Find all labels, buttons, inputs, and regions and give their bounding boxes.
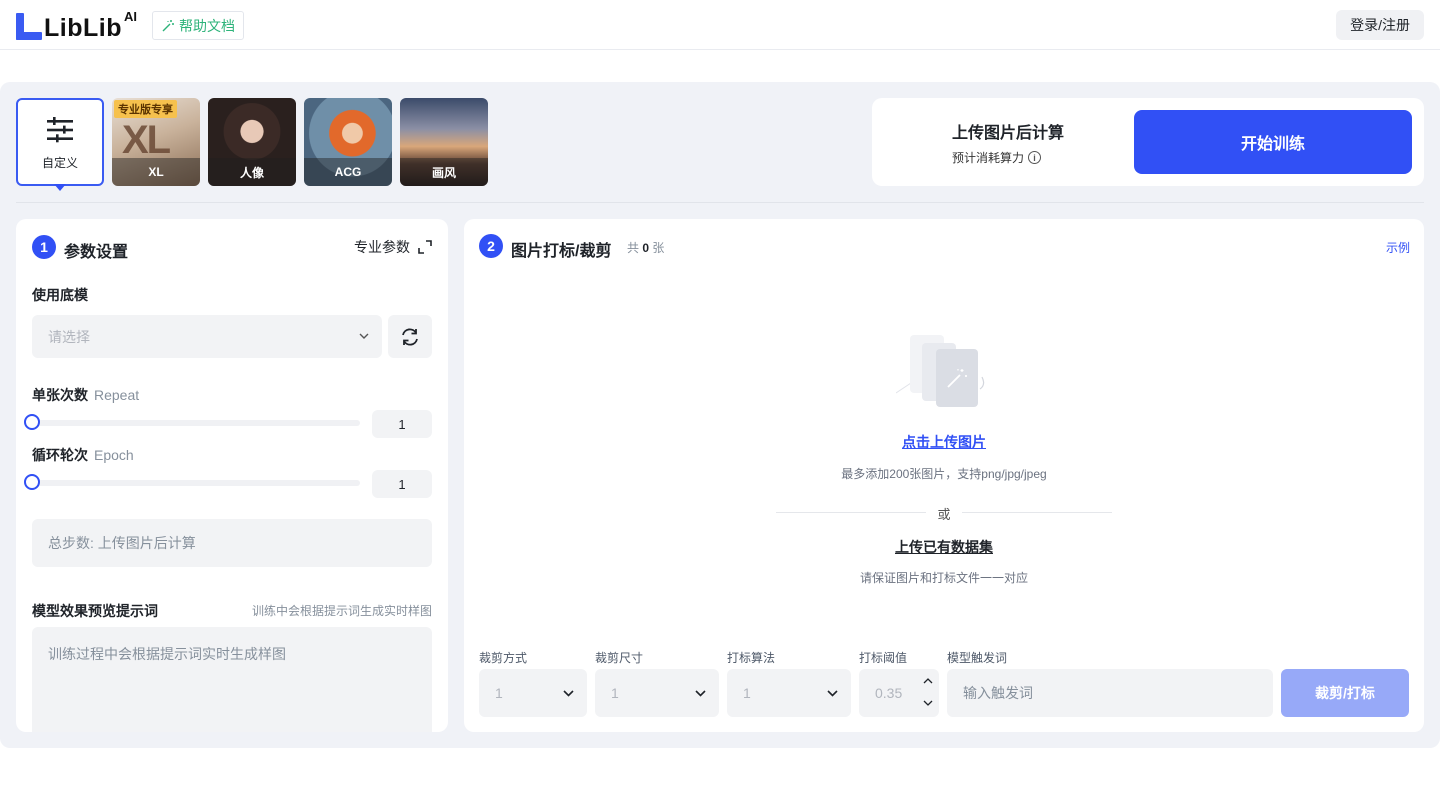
epoch-label-en: Epoch xyxy=(94,447,134,463)
crop-mode-label: 裁剪方式 xyxy=(479,651,528,665)
upload-images-icon xyxy=(896,335,985,407)
preset-xl[interactable]: XL 专业版专享 XL xyxy=(112,98,200,186)
logo-ai: AI xyxy=(123,9,137,24)
or-text: 或 xyxy=(937,507,951,522)
preset-art-style-label: 画风 xyxy=(400,158,488,186)
upload-dataset-link[interactable]: 上传已有数据集 xyxy=(464,537,1424,557)
preset-portrait-label: 人像 xyxy=(208,158,296,186)
crop-size-value: 1 xyxy=(611,685,619,701)
epoch-slider-thumb[interactable] xyxy=(24,474,40,490)
preview-prompt-hint: 训练中会根据提示词生成实时样图 xyxy=(251,604,432,618)
upload-images-hint: 最多添加200张图片，支持png/jpg/jpeg xyxy=(841,467,1047,481)
image-count: 共 0 张 xyxy=(627,239,664,256)
chevron-down-icon xyxy=(827,690,838,697)
crop-mode-select[interactable]: 1 xyxy=(479,669,587,717)
tag-algorithm-select[interactable]: 1 xyxy=(727,669,851,717)
help-docs-label: 帮助文档 xyxy=(179,17,235,34)
crop-mode-value: 1 xyxy=(495,685,503,701)
refresh-icon xyxy=(402,328,418,345)
images-panel: 2 图片打标/裁剪 共 0 张 示例 点击上传图片 最多添加200张图片，支持p… xyxy=(464,219,1424,732)
magic-wand-icon xyxy=(162,19,174,31)
preset-acg-label: ACG xyxy=(304,158,392,186)
preview-prompt-textarea[interactable]: 训练过程中会根据提示词实时生成样图 xyxy=(32,627,432,732)
crop-tag-button[interactable]: 裁剪/打标 xyxy=(1281,669,1409,717)
preset-list: 自定义 XL 专业版专享 XL 人像 ACG 画风 xyxy=(16,98,488,186)
tag-algorithm-label: 打标算法 xyxy=(727,651,776,665)
params-panel: 1 参数设置 专业参数 使用底模 请选择 单张次数 Repeat 1 循环轮次 Ep… xyxy=(16,219,448,732)
pro-params-toggle[interactable]: 专业参数 xyxy=(354,237,432,257)
images-title: 图片打标/裁剪 xyxy=(511,243,612,260)
logo-mark-icon xyxy=(16,13,42,40)
start-training-button[interactable]: 开始训练 xyxy=(1134,110,1412,174)
tag-threshold-input[interactable]: 0.35 xyxy=(859,669,939,717)
top-bar: LibLib AI 帮助文档 登录/注册 xyxy=(0,0,1440,50)
cost-subtitle: 预计消耗算力 i xyxy=(952,149,1042,166)
info-icon[interactable]: i xyxy=(1028,151,1042,164)
cost-title: 上传图片后计算 xyxy=(952,125,1065,142)
epoch-label-text: 循环轮次 xyxy=(32,447,88,463)
preset-custom[interactable]: 自定义 xyxy=(16,98,104,186)
base-model-label: 使用底模 xyxy=(32,287,88,303)
stepper-arrows-icon[interactable] xyxy=(921,671,935,715)
upload-images-link[interactable]: 点击上传图片 xyxy=(464,432,1424,452)
crop-size-label: 裁剪尺寸 xyxy=(595,651,644,665)
preset-xl-label: XL xyxy=(112,158,200,186)
tag-algorithm-value: 1 xyxy=(743,685,751,701)
repeat-label-text: 单张次数 xyxy=(32,387,88,403)
tag-threshold-label: 打标阈值 xyxy=(859,651,908,665)
or-separator: 或 xyxy=(776,504,1112,522)
section-divider xyxy=(16,202,1424,203)
total-steps-display: 总步数: 上传图片后计算 xyxy=(32,519,432,567)
trigger-word-label: 模型触发词 xyxy=(947,651,1008,665)
chevron-down-icon xyxy=(695,690,706,697)
help-docs-button[interactable]: 帮助文档 xyxy=(152,11,244,40)
epoch-input[interactable]: 1 xyxy=(372,470,432,498)
repeat-input[interactable]: 1 xyxy=(372,410,432,438)
repeat-label: 单张次数 Repeat xyxy=(32,385,139,405)
pro-params-label: 专业参数 xyxy=(354,239,410,255)
cost-card: 上传图片后计算 预计消耗算力 i 开始训练 xyxy=(872,98,1424,186)
repeat-slider[interactable] xyxy=(32,420,360,426)
base-model-select[interactable]: 请选择 xyxy=(32,315,382,358)
count-value: 0 xyxy=(642,241,650,255)
expand-icon xyxy=(418,240,432,254)
tag-threshold-value: 0.35 xyxy=(875,685,903,701)
sliders-icon xyxy=(47,117,73,143)
liblib-logo[interactable]: LibLib AI xyxy=(16,9,137,42)
step-2-badge: 2 xyxy=(479,234,503,258)
count-suffix: 张 xyxy=(652,241,665,255)
logo-text: LibLib xyxy=(44,14,122,42)
base-model-placeholder: 请选择 xyxy=(48,328,90,345)
preview-prompt-label: 模型效果预览提示词 xyxy=(32,603,158,619)
login-register-button[interactable]: 登录/注册 xyxy=(1336,10,1424,40)
crop-size-select[interactable]: 1 xyxy=(595,669,719,717)
preset-portrait[interactable]: 人像 xyxy=(208,98,296,186)
refresh-models-button[interactable] xyxy=(388,315,432,358)
preset-custom-label: 自定义 xyxy=(41,156,78,170)
params-title: 参数设置 xyxy=(64,244,129,261)
cost-subtitle-text: 预计消耗算力 xyxy=(952,151,1025,165)
selected-caret-icon xyxy=(54,184,66,191)
xl-thumbnail-art: XL xyxy=(122,118,171,162)
example-link[interactable]: 示例 xyxy=(1386,239,1410,256)
upload-dataset-hint: 请保证图片和打标文件一一对应 xyxy=(859,571,1028,585)
chevron-down-icon xyxy=(563,690,574,697)
epoch-slider[interactable] xyxy=(32,480,360,486)
repeat-label-en: Repeat xyxy=(94,387,140,403)
step-1-badge: 1 xyxy=(32,235,56,259)
count-prefix: 共 xyxy=(627,241,640,255)
chevron-down-icon xyxy=(359,333,369,339)
pro-badge: 专业版专享 xyxy=(114,100,177,118)
repeat-slider-thumb[interactable] xyxy=(24,414,40,430)
trigger-word-input[interactable]: 输入触发词 xyxy=(947,669,1273,717)
preset-art-style[interactable]: 画风 xyxy=(400,98,488,186)
preset-acg[interactable]: ACG xyxy=(304,98,392,186)
epoch-label: 循环轮次 Epoch xyxy=(32,445,134,465)
